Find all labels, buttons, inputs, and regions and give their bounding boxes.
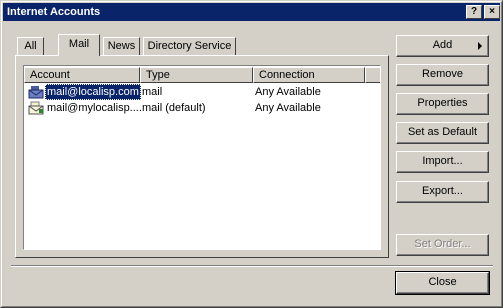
add-button-label: Add xyxy=(432,39,453,51)
properties-button[interactable]: Properties xyxy=(396,93,489,115)
tab-news[interactable]: News xyxy=(103,37,140,55)
set-order-button[interactable]: Set Order... xyxy=(396,234,489,256)
mail-account-icon xyxy=(28,86,44,99)
submenu-arrow-icon xyxy=(478,42,482,50)
column-header-account[interactable]: Account xyxy=(24,67,140,83)
separator xyxy=(11,265,493,267)
accounts-list[interactable]: Account Type Connection mail@localisp.co… xyxy=(23,65,381,250)
import-button[interactable]: Import... xyxy=(396,151,489,173)
column-header-type[interactable]: Type xyxy=(140,67,253,83)
default-mail-account-icon xyxy=(28,101,44,115)
column-header-connection[interactable]: Connection xyxy=(253,67,365,83)
tab-directory-service[interactable]: Directory Service xyxy=(143,37,236,55)
account-name: mail@mylocalisp.... xyxy=(47,102,142,114)
column-header-filler xyxy=(365,67,380,83)
export-button[interactable]: Export... xyxy=(396,181,489,203)
account-type: mail (default) xyxy=(142,102,206,114)
account-name: mail@localisp.com xyxy=(45,84,141,100)
add-button[interactable]: Add xyxy=(396,35,489,57)
account-connection: Any Available xyxy=(255,86,321,98)
dialog-title: Internet Accounts xyxy=(7,6,101,18)
help-button[interactable]: ? xyxy=(466,5,482,19)
close-button[interactable]: Close xyxy=(395,271,490,295)
account-connection: Any Available xyxy=(255,102,321,114)
tab-mail[interactable]: Mail xyxy=(58,34,100,56)
account-type: mail xyxy=(142,86,163,98)
account-row[interactable]: mail@localisp.com mail Any Available xyxy=(26,84,378,100)
title-bar[interactable]: Internet Accounts ? × xyxy=(3,3,500,21)
remove-button[interactable]: Remove xyxy=(396,64,489,86)
close-window-button[interactable]: × xyxy=(484,5,500,19)
set-as-default-button[interactable]: Set as Default xyxy=(396,122,489,144)
internet-accounts-dialog: Internet Accounts ? × All Mail News Dire… xyxy=(0,0,503,308)
tab-panel: Account Type Connection mail@localisp.co… xyxy=(15,55,389,258)
account-row[interactable]: mail@mylocalisp.... mail (default) Any A… xyxy=(26,100,378,116)
tab-all[interactable]: All xyxy=(17,37,44,55)
